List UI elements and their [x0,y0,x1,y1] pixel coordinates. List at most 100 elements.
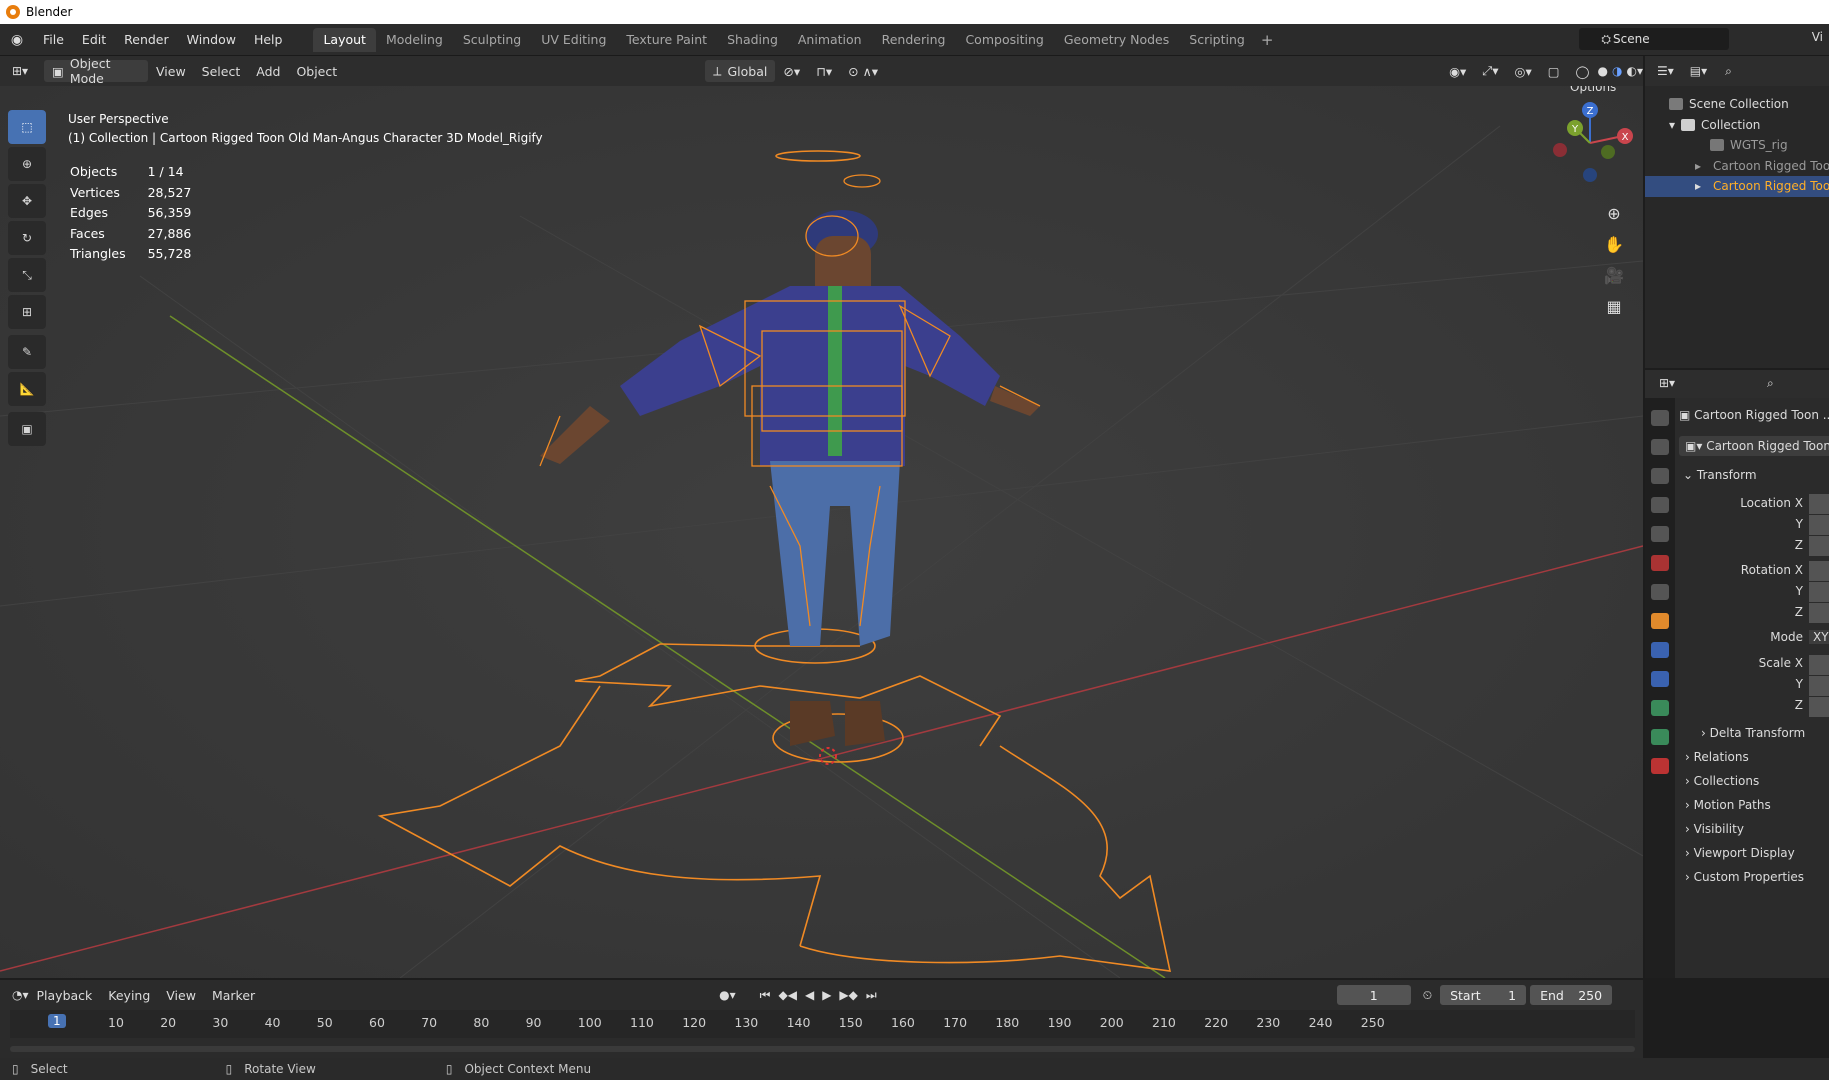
shading-material-icon[interactable]: ◑ [1612,64,1622,78]
menu-render[interactable]: Render [115,28,178,52]
menu-select[interactable]: Select [194,60,249,82]
clock-icon[interactable]: ⏲ [1423,988,1432,1003]
shading-wireframe-icon[interactable]: ◯ [1568,60,1598,82]
menu-window[interactable]: Window [178,28,245,52]
navigation-gizmo[interactable]: Z Y X [1545,98,1635,188]
camera-view-icon[interactable]: 🎥 [1601,262,1627,288]
transform-orientation-dropdown[interactable]: ⟂ Global [705,60,776,82]
proportional-edit-icon[interactable]: ⊙ ∧▾ [840,60,886,82]
record-icon[interactable]: ●▾ [719,988,736,1002]
transform-fields[interactable] [1809,494,1829,717]
rotation-y-field[interactable] [1809,582,1829,602]
timeline-scrollbar[interactable] [10,1046,1635,1052]
menu-marker[interactable]: Marker [204,984,263,1006]
location-x-field[interactable] [1809,494,1829,514]
editor-type-icon[interactable]: ⊞▾ [0,64,40,78]
measure-tool-icon[interactable]: 📐 [8,372,46,406]
visibility-icon[interactable]: ◉▾ [1441,60,1474,82]
end-frame-field[interactable]: End 250 [1530,985,1613,1005]
modifier-tab-icon[interactable] [1651,642,1669,658]
add-workspace-icon[interactable]: + [1255,31,1280,49]
expand-arrow-icon[interactable]: ▸ [1695,179,1701,193]
data-tab-icon[interactable] [1651,729,1669,745]
world-tab-icon[interactable] [1651,555,1669,571]
menu-timeline-view[interactable]: View [158,984,204,1006]
motion-paths-panel[interactable]: › Motion Paths [1685,798,1771,812]
object-data-field[interactable]: ▣▾ Cartoon Rigged Toon [1679,436,1829,456]
tab-texture-paint[interactable]: Texture Paint [616,28,717,52]
scale-tool-icon[interactable]: ⤡ [8,258,46,292]
tab-geometry-nodes[interactable]: Geometry Nodes [1054,28,1179,52]
menu-playback[interactable]: Playback [29,984,101,1006]
options-button[interactable]: Options [1570,86,1616,94]
menu-edit[interactable]: Edit [73,28,115,52]
outliner-row-armature[interactable]: ▸ Cartoon Rigged Toon [1645,156,1829,177]
output-tab-icon[interactable] [1651,468,1669,484]
tab-uv-editing[interactable]: UV Editing [531,28,616,52]
tab-layout[interactable]: Layout [313,27,376,52]
overlay-icon[interactable]: ◎▾ [1507,60,1540,82]
outliner-row-scene-collection[interactable]: Scene Collection [1645,94,1829,115]
playhead[interactable]: 1 [48,1014,66,1028]
tab-modeling[interactable]: Modeling [376,28,453,52]
menu-view[interactable]: View [148,60,194,82]
start-frame-field[interactable]: Start 1 [1440,985,1527,1005]
pivot-icon[interactable]: ⊘▾ [775,60,808,82]
location-y-field[interactable] [1809,515,1829,535]
properties-search-icon[interactable]: ⌕ [1767,376,1774,391]
object-tab-icon[interactable] [1651,613,1669,629]
display-mode-icon[interactable]: ▤▾ [1690,64,1707,78]
next-keyframe-icon[interactable]: ▶◆ [839,988,857,1002]
timeline-editor-icon[interactable]: ◔▾ [12,988,29,1002]
frame-ruler[interactable]: 1 10 20 30 40 50 60 70 80 90 100 110 120 130 140 150 16… [10,1010,1635,1038]
expand-arrow-icon[interactable]: ▸ [1695,159,1701,173]
zoom-icon[interactable]: ⊕ [1601,200,1627,226]
move-tool-icon[interactable]: ✥ [8,184,46,218]
collections-panel[interactable]: › Collections [1685,774,1759,788]
viewport-display-panel[interactable]: › Viewport Display [1685,846,1795,860]
select-box-tool-icon[interactable]: ⬚ [8,110,46,144]
tab-scripting[interactable]: Scripting [1179,28,1255,52]
visibility-panel[interactable]: › Visibility [1685,822,1744,836]
transform-tool-icon[interactable]: ⊞ [8,295,46,329]
view-layer-label[interactable]: Vi [1812,30,1823,44]
scale-z-field[interactable] [1809,697,1829,717]
tab-rendering[interactable]: Rendering [872,28,956,52]
cursor-tool-icon[interactable]: ⊕ [8,147,46,181]
custom-properties-panel[interactable]: › Custom Properties [1685,870,1804,884]
shading-rendered-icon[interactable]: ◐▾ [1627,64,1644,78]
mode-dropdown[interactable]: ▣ Object Mode [44,56,148,86]
pan-hand-icon[interactable]: ✋ [1601,231,1627,257]
jump-start-icon[interactable]: ⏮ [760,988,771,1003]
outliner-search-icon[interactable]: ⌕ [1725,64,1732,79]
scene-icon[interactable]: ⛭ [1601,32,1611,47]
texture-tab-icon[interactable] [1651,758,1669,774]
tab-compositing[interactable]: Compositing [955,28,1053,52]
tab-animation[interactable]: Animation [788,28,872,52]
shading-solid-icon[interactable]: ● [1598,64,1608,78]
properties-editor-icon[interactable]: ⊞▾ [1659,376,1675,390]
tool-tab-icon[interactable] [1651,410,1669,426]
transform-panel-header[interactable]: ⌄ Transform [1683,468,1757,482]
rotate-tool-icon[interactable]: ↻ [8,221,46,255]
collection-tab-icon[interactable] [1651,584,1669,600]
tab-shading[interactable]: Shading [717,28,788,52]
play-icon[interactable]: ▶ [822,988,831,1002]
constraint-tab-icon[interactable] [1651,700,1669,716]
scene-tab-icon[interactable] [1651,526,1669,542]
scale-x-field[interactable] [1809,655,1829,675]
3d-viewport[interactable]: ⬚ ⊕ ✥ ↻ ⤡ ⊞ ✎ 📐 ▣ User Perspective (1) C… [0,86,1643,978]
outliner-row-collection[interactable]: ▾ Collection [1645,115,1829,136]
add-cube-tool-icon[interactable]: ▣ [8,412,46,446]
menu-add[interactable]: Add [248,60,288,82]
menu-keying[interactable]: Keying [100,984,158,1006]
menu-file[interactable]: File [34,28,73,52]
outliner-editor-icon[interactable]: ☰▾ [1657,64,1674,78]
view-layer-tab-icon[interactable] [1651,497,1669,513]
tab-sculpting[interactable]: Sculpting [453,28,531,52]
gizmo-icon[interactable]: ⤢▾ [1474,60,1506,82]
expand-arrow-icon[interactable]: ▾ [1669,118,1675,132]
scale-y-field[interactable] [1809,676,1829,696]
jump-end-icon[interactable]: ⏭ [866,988,877,1003]
menu-object[interactable]: Object [288,60,345,82]
